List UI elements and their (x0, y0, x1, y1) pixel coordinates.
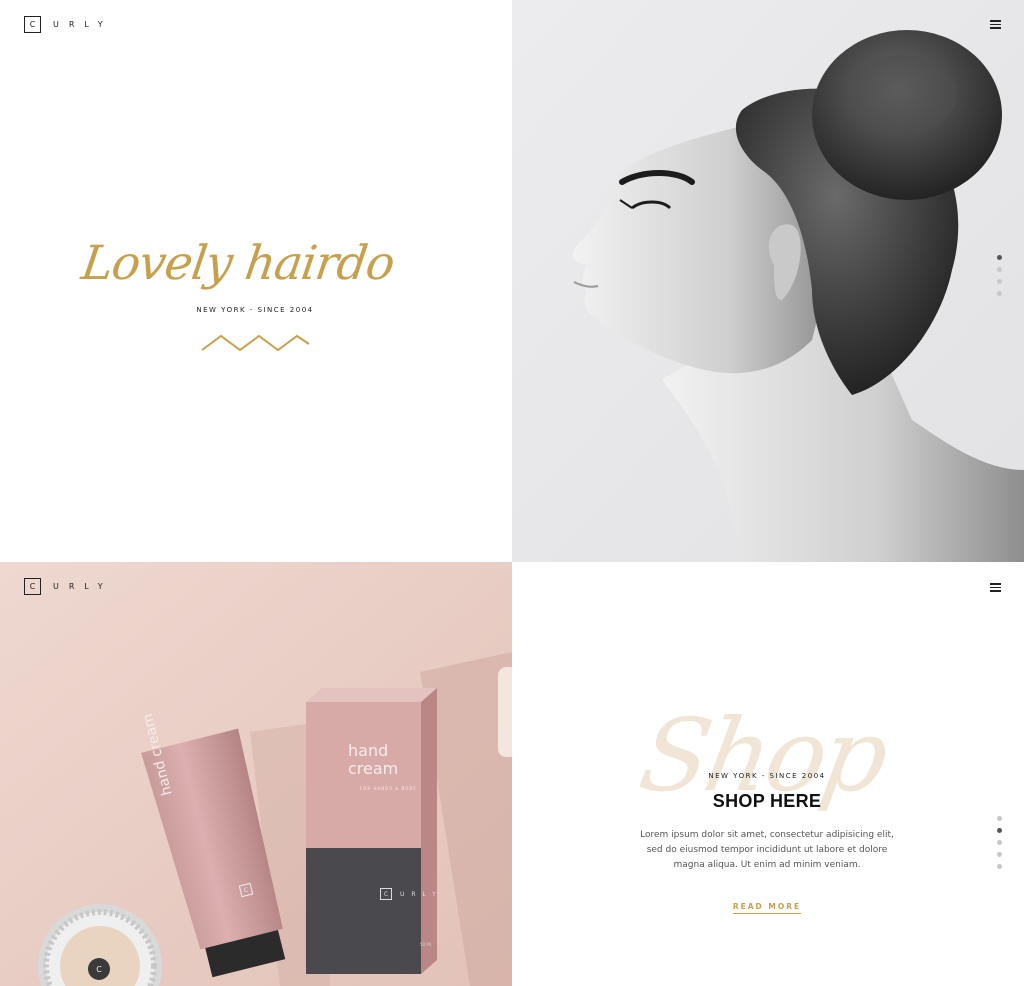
box-label-line1: hand (348, 741, 389, 760)
read-more-link[interactable]: READ MORE (717, 902, 817, 914)
menu-icon[interactable] (990, 19, 1002, 29)
zigzag-ornament-icon (201, 334, 310, 352)
portrait-panel (512, 0, 1024, 562)
pagination-dot[interactable] (997, 816, 1002, 821)
logo-mark: C (24, 16, 41, 33)
hero-script-title: Lovely hairdo (78, 236, 398, 291)
shop-description: Lorem ipsum dolor sit amet, consectetur … (640, 830, 894, 870)
pagination-dot[interactable] (997, 255, 1002, 260)
pagination-dots-bottom (997, 816, 1002, 869)
jar-logo-mark: C (88, 958, 110, 980)
box-logo-text: URLY (400, 890, 443, 898)
products-panel: hand cream FOR HANDS & BODY C URLY 50 ML… (0, 562, 512, 986)
pagination-dot[interactable] (997, 840, 1002, 845)
pagination-dot[interactable] (997, 279, 1002, 284)
hero-subtitle: NEW YORK - SINCE 2004 (196, 306, 314, 314)
logo[interactable]: C URLY (24, 578, 113, 595)
box-logo: C URLY (380, 888, 443, 900)
box-label: hand cream (348, 742, 398, 778)
pagination-dot[interactable] (997, 864, 1002, 869)
logo-text: URLY (53, 20, 113, 29)
pagination-dot[interactable] (997, 267, 1002, 272)
read-more-label: READ MORE (732, 902, 802, 914)
hero-panel: C URLY Lovely hairdo NEW YORK - SINCE 20… (0, 0, 512, 562)
logo-text: URLY (53, 582, 113, 591)
box-label-line2: cream (348, 759, 399, 778)
shop-title: SHOP HERE (712, 791, 822, 811)
box-volume: 50 ML (420, 942, 433, 947)
products-image (0, 562, 512, 986)
logo-mark: C (24, 578, 41, 595)
box-small-text: FOR HANDS & BODY (360, 786, 417, 791)
shop-subtitle: NEW YORK - SINCE 2004 (708, 772, 826, 780)
pagination-dots-top (997, 255, 1002, 296)
logo[interactable]: C URLY (24, 16, 113, 33)
pagination-dot[interactable] (997, 828, 1002, 833)
portrait-image (512, 0, 1024, 562)
pagination-dot[interactable] (997, 291, 1002, 296)
shop-panel: Shop NEW YORK - SINCE 2004 SHOP HERE Lor… (512, 562, 1024, 986)
box-logo-mark: C (380, 888, 392, 900)
menu-icon[interactable] (990, 582, 1002, 592)
pagination-dot[interactable] (997, 852, 1002, 857)
